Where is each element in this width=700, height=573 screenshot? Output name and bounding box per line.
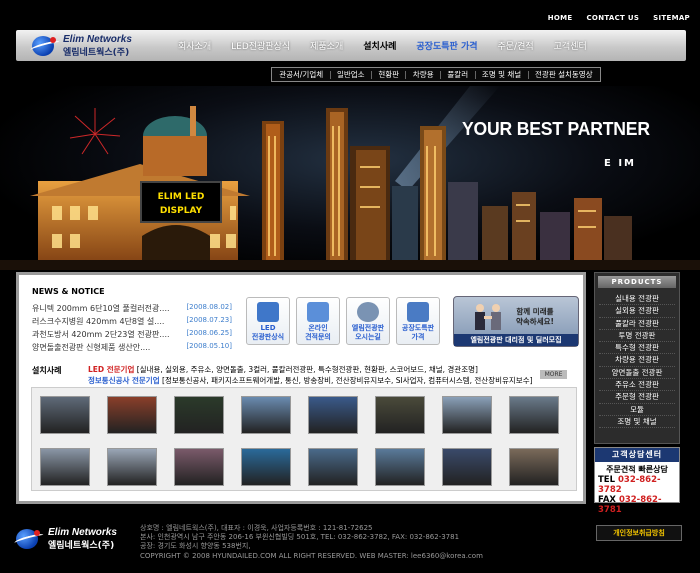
news-heading: NEWS & NOTICE bbox=[32, 287, 105, 296]
installation-gallery bbox=[31, 387, 577, 491]
nav-customer-center[interactable]: 고객센터 bbox=[544, 39, 597, 52]
installation-thumbnail[interactable] bbox=[375, 448, 425, 486]
subnav-vehicle[interactable]: 차량용 bbox=[413, 69, 434, 80]
installation-thumbnail[interactable] bbox=[308, 448, 358, 486]
nav-factory-price[interactable]: 공장도특판 가격 bbox=[406, 39, 487, 52]
telecom-business-line: 정보통신공사 전문기업 [정보통신공사, 패키지소프트웨어개발, 통신, 방송장… bbox=[88, 376, 533, 385]
installation-thumbnail[interactable] bbox=[442, 396, 492, 434]
factory-price-button[interactable]: 공장도특판 가격 bbox=[396, 297, 440, 345]
product-gas-station[interactable]: 주유소 전광판 bbox=[599, 379, 675, 392]
installation-thumbnail[interactable] bbox=[40, 396, 90, 434]
globe-logo-icon bbox=[29, 35, 61, 57]
subnav-status-board[interactable]: 현황판 bbox=[378, 69, 399, 80]
main-menu: 회사소개 LED전광판상식 제품소개 설치사례 공장도특판 가격 주문/견적 고… bbox=[168, 30, 597, 61]
installation-thumbnail[interactable] bbox=[509, 396, 559, 434]
handshake-people-icon bbox=[475, 304, 501, 330]
site-logo[interactable]: Elim Networks 엘림네트웍스(주) bbox=[29, 34, 132, 58]
product-outdoor[interactable]: 실외용 전광판 bbox=[599, 305, 675, 318]
news-item[interactable]: 러스크수지병원 420mm 4단8열 설.... [2008.07.23] bbox=[32, 316, 232, 327]
news-item[interactable]: 과천도방서 420mm 2단23열 전광판.... [2008.06.25] bbox=[32, 329, 232, 340]
product-custom[interactable]: 주문형 전광판 bbox=[599, 391, 675, 404]
products-menu: PRODUCTS 실내용 전광판 실외용 전광판 풀칼라 전광판 투명 전광판 … bbox=[594, 272, 680, 444]
nav-products[interactable]: 제품소개 bbox=[300, 39, 353, 52]
news-item[interactable]: 양면돌출전광판 신형제품 생산안.... [2008.05.10] bbox=[32, 342, 232, 353]
footer-info: 상호명 : 엘림네트웍스(주), 대표자 : 이경욱, 사업자등록번호 : 12… bbox=[140, 524, 483, 560]
installation-thumbnail[interactable] bbox=[509, 448, 559, 486]
globe-logo-icon bbox=[13, 528, 45, 550]
led-knowledge-button[interactable]: LED 전광판상식 bbox=[246, 297, 290, 345]
installations-heading: 설치사례 bbox=[32, 366, 62, 375]
product-indoor[interactable]: 실내용 전광판 bbox=[599, 293, 675, 306]
home-link[interactable]: HOME bbox=[548, 14, 573, 22]
dealer-recruit-label: 엘림전광판 대리점 및 딜러모집 bbox=[454, 334, 578, 346]
installation-thumbnail[interactable] bbox=[107, 396, 157, 434]
product-double-sided[interactable]: 양면돌출 전광판 bbox=[599, 367, 675, 380]
top-links: HOME CONTACT US SITEMAP bbox=[548, 14, 690, 22]
nav-order[interactable]: 주문/견적 bbox=[488, 39, 544, 52]
online-quote-button[interactable]: 온라인 견적문의 bbox=[296, 297, 340, 345]
product-transparent[interactable]: 투명 전광판 bbox=[599, 330, 675, 343]
installation-thumbnail[interactable] bbox=[107, 448, 157, 486]
sub-menu: 관공서/기업체 일반업소 현황판 차량용 풀칼러 조명 및 채널 전광판 설치동… bbox=[271, 67, 601, 82]
subnav-shops[interactable]: 일반업소 bbox=[337, 69, 365, 80]
subnav-public[interactable]: 관공서/기업체 bbox=[279, 69, 323, 80]
installation-thumbnail[interactable] bbox=[174, 396, 224, 434]
product-fullcolor[interactable]: 풀칼라 전광판 bbox=[599, 318, 675, 330]
privacy-policy-button[interactable]: 개인정보취급방침 bbox=[596, 525, 682, 541]
installation-thumbnail[interactable] bbox=[174, 448, 224, 486]
footer-logo: Elim Networks 엘림네트웍스(주) bbox=[13, 527, 117, 551]
installation-thumbnail[interactable] bbox=[442, 448, 492, 486]
installation-thumbnail[interactable] bbox=[241, 448, 291, 486]
brand-name-en: Elim Networks bbox=[63, 34, 132, 45]
dealer-recruit-banner[interactable]: 함께 미래를 약속하세요! 엘림전광판 대리점 및 딜러모집 bbox=[453, 296, 579, 347]
sitemap-link[interactable]: SITEMAP bbox=[653, 14, 690, 22]
nav-company[interactable]: 회사소개 bbox=[168, 39, 221, 52]
directions-button[interactable]: 엘림전광판 오시는길 bbox=[346, 297, 390, 345]
hero-banner: ELIM LED DISPLAY bbox=[0, 86, 700, 270]
subnav-lighting[interactable]: 조명 및 채널 bbox=[482, 69, 521, 80]
product-lighting[interactable]: 조명 및 채널 bbox=[599, 416, 675, 429]
product-special[interactable]: 특수형 전광판 bbox=[599, 342, 675, 355]
products-heading: PRODUCTS bbox=[598, 276, 676, 288]
fax-number: FAX 032-862-3781 bbox=[598, 495, 662, 515]
quick-consult-label: 주문견적 빠른상담 bbox=[606, 465, 668, 474]
wrench-icon bbox=[407, 302, 429, 322]
book-icon bbox=[257, 302, 279, 322]
product-vehicle[interactable]: 차량용 전광판 bbox=[599, 354, 675, 367]
magnifier-icon bbox=[357, 302, 379, 322]
installation-thumbnail[interactable] bbox=[308, 396, 358, 434]
news-item[interactable]: 유니텍 200mm 6단10열 풀컬러전광.... [2008.08.02] bbox=[32, 303, 232, 314]
city-night-illustration: ELIM LED DISPLAY bbox=[0, 86, 700, 270]
led-business-line: LED 전문기업 [실내용, 실외용, 주유소, 양면돌출, 3컬러, 풀칼러전… bbox=[88, 365, 478, 374]
nav-installations[interactable]: 설치사례 bbox=[353, 39, 406, 52]
led-sign-line1: ELIM LED bbox=[158, 192, 205, 202]
customer-center-box: 고객상담센터 주문견적 빠른상담 TEL 032-862-3782 FAX 03… bbox=[594, 447, 680, 515]
hero-tagline: YOUR BEST PARTNER bbox=[462, 118, 650, 139]
customer-center-title: 고객상담센터 bbox=[595, 448, 679, 462]
installation-thumbnail[interactable] bbox=[375, 396, 425, 434]
more-button[interactable]: MORE bbox=[540, 370, 567, 379]
installation-thumbnail[interactable] bbox=[241, 396, 291, 434]
hero-subtitle: E IM bbox=[604, 158, 636, 169]
installation-thumbnail[interactable] bbox=[40, 448, 90, 486]
nav-led-knowledge[interactable]: LED전광판상식 bbox=[221, 39, 300, 52]
brand-name-ko: 엘림네트웍스(주) bbox=[63, 48, 130, 58]
tel-number: TEL 032-862-3782 bbox=[598, 475, 661, 495]
contact-us-link[interactable]: CONTACT US bbox=[587, 14, 640, 22]
product-module[interactable]: 모듈 bbox=[599, 404, 675, 416]
monitor-icon bbox=[307, 302, 329, 322]
subnav-fullcolor[interactable]: 풀칼러 bbox=[447, 69, 468, 80]
led-sign-line2: DISPLAY bbox=[160, 206, 203, 216]
subnav-videos[interactable]: 전광판 설치동영상 bbox=[535, 69, 593, 80]
